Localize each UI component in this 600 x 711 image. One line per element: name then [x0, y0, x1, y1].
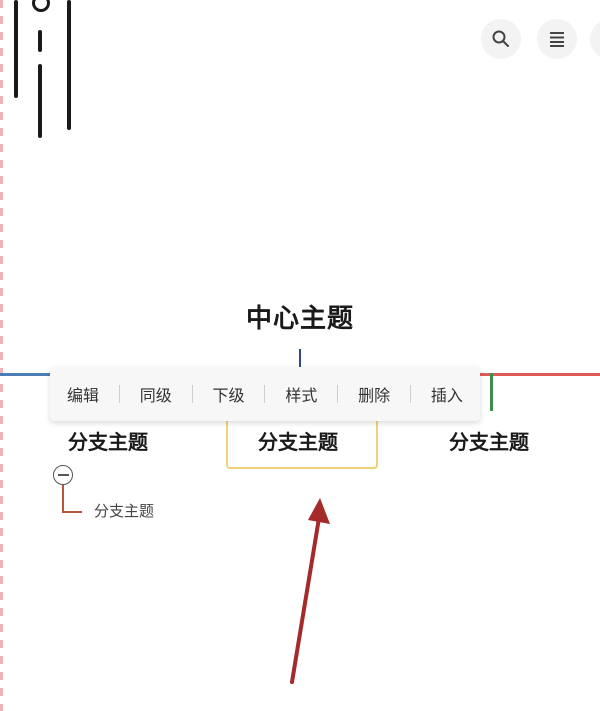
style-button[interactable]: 样式 — [279, 378, 323, 410]
toolbar-divider — [118, 385, 120, 403]
collapse-toggle-icon[interactable] — [53, 465, 73, 485]
sub-topic[interactable]: 分支主题 — [94, 500, 154, 521]
edit-button[interactable]: 编辑 — [61, 378, 105, 410]
toolbar-divider — [264, 385, 266, 403]
toolbar-divider — [337, 385, 339, 403]
list-icon[interactable] — [537, 19, 577, 59]
search-icon[interactable] — [481, 19, 521, 59]
right-branch-line — [480, 373, 600, 376]
toolbar-divider — [410, 385, 412, 403]
green-branch-line — [490, 373, 493, 411]
sub-topic-connector — [62, 485, 82, 513]
left-dashed-border — [0, 0, 3, 711]
add-child-button[interactable]: 下级 — [207, 378, 251, 410]
toolbar-divider — [191, 385, 193, 403]
insert-button[interactable]: 插入 — [425, 378, 469, 410]
add-sibling-button[interactable]: 同级 — [134, 378, 178, 410]
branch-topic-middle[interactable]: 分支主题 — [258, 426, 338, 455]
center-connector — [299, 349, 301, 369]
more-icon[interactable] — [590, 19, 600, 59]
central-topic[interactable]: 中心主题 — [200, 298, 400, 335]
context-toolbar: 编辑 同级 下级 样式 删除 插入 — [50, 367, 480, 421]
branch-topic-right[interactable]: 分支主题 — [449, 426, 529, 455]
annotation-arrow-icon — [290, 498, 330, 684]
delete-button[interactable]: 删除 — [352, 378, 396, 410]
left-branch-line — [0, 373, 52, 376]
branch-topic-left[interactable]: 分支主题 — [68, 426, 148, 455]
